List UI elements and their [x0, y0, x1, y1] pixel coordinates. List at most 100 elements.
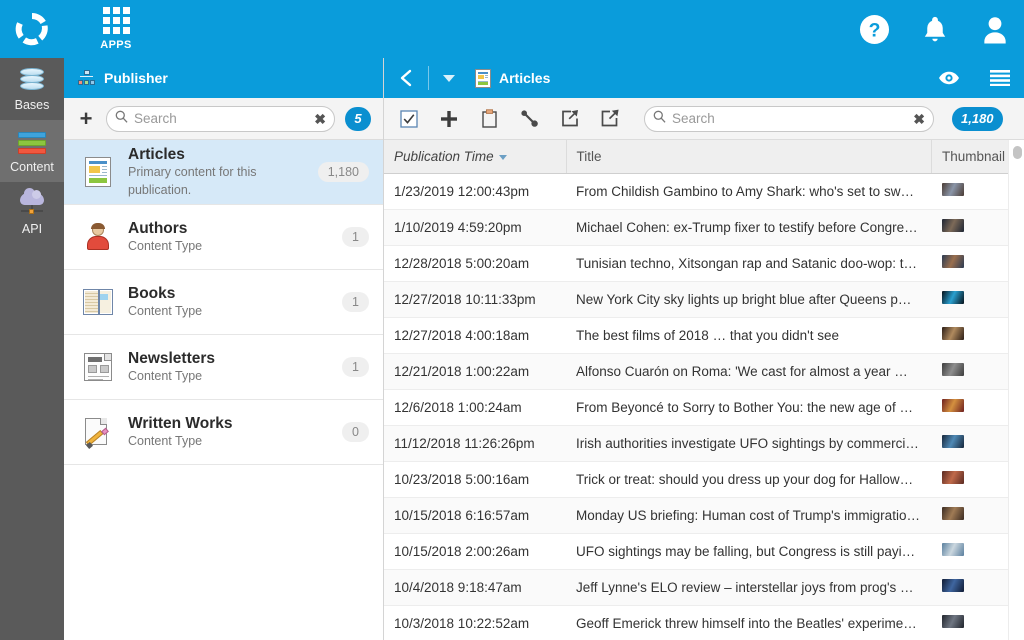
table-row[interactable]: 10/3/2018 10:22:52am Geoff Emerick threw … [384, 605, 1024, 640]
table-row[interactable]: 10/23/2018 5:00:16am Trick or treat: shou… [384, 461, 1024, 498]
export-arrow-icon[interactable] [598, 108, 620, 130]
publisher-header: Publisher [64, 58, 383, 98]
link-chain-icon[interactable] [518, 108, 540, 130]
thumbnail-image [941, 363, 964, 376]
rail-item-bases[interactable]: Bases [0, 58, 64, 120]
list-item-subtitle: Content Type [128, 368, 203, 383]
hamburger-menu-icon[interactable] [990, 70, 1010, 86]
list-item-articles[interactable]: Articles Primary content for this public… [64, 140, 383, 205]
thumbnail-image [941, 327, 964, 340]
stacked-bars-icon [18, 128, 46, 156]
table-row[interactable]: 12/28/2018 5:00:20am Tunisian techno, Xit… [384, 245, 1024, 282]
clipboard-paste-icon[interactable] [478, 108, 500, 130]
author-person-icon [82, 222, 114, 252]
table-row[interactable]: 1/10/2019 4:59:20pm Michael Cohen: ex-Tru… [384, 209, 1024, 246]
cell-title: Geoff Emerick threw himself into the Bea… [566, 605, 932, 640]
cell-publication-time: 10/15/2018 6:16:57am [384, 497, 566, 534]
thumbnail-image [941, 507, 964, 520]
table-body: 1/23/2019 12:00:43pm From Childish Gambin… [384, 173, 1024, 640]
clear-x-icon[interactable]: ✖ [913, 112, 925, 126]
scrollbar-thumb[interactable] [1013, 146, 1022, 159]
list-item-name: Articles [128, 145, 185, 163]
list-item-books[interactable]: Books Content Type 1 [64, 270, 383, 335]
list-item-subtitle: Content Type [128, 303, 203, 318]
records-header: Articles [384, 58, 1024, 98]
cell-publication-time: 10/23/2018 5:00:16am [384, 461, 566, 498]
add-record-icon[interactable] [438, 108, 460, 130]
list-item-count: 0 [342, 422, 369, 442]
records-search-input[interactable] [672, 111, 908, 126]
records-pane: Articles Search ✖ 1,180 Publication Time… [384, 58, 1024, 640]
cell-title: UFO sightings may be falling, but Congre… [566, 533, 932, 570]
eye-icon[interactable] [938, 71, 960, 85]
thumbnail-image [941, 255, 964, 268]
list-item-written-works[interactable]: Written Works Content Type 0 [64, 400, 383, 465]
list-item-count: 1 [342, 227, 369, 247]
select-all-checkbox-icon[interactable] [398, 108, 420, 130]
list-item-authors[interactable]: Authors Content Type 1 [64, 205, 383, 270]
list-item-name: Written Works [128, 414, 233, 432]
table-row[interactable]: 12/6/2018 1:00:24am From Beyoncé to Sorry… [384, 389, 1024, 426]
publisher-count-badge[interactable]: 5 [345, 106, 371, 131]
sort-desc-caret-icon [498, 154, 507, 160]
caret-down-icon[interactable] [429, 58, 469, 98]
rail-item-label: Content [10, 160, 54, 174]
vertical-scrollbar[interactable] [1008, 140, 1024, 640]
recycle-logo-icon[interactable] [0, 0, 64, 58]
records-toolbar: ✖ 1,180 [384, 98, 1024, 140]
table-row[interactable]: 10/15/2018 2:00:26am UFO sightings may be… [384, 533, 1024, 570]
thumbnail-image [941, 435, 964, 448]
top-bar: APPS ? [0, 0, 1024, 58]
records-count-badge[interactable]: 1,180 [952, 106, 1003, 131]
table-row[interactable]: 1/23/2019 12:00:43pm From Childish Gambin… [384, 173, 1024, 210]
help-circle-icon[interactable]: ? [859, 14, 890, 45]
rail-item-api[interactable]: API [0, 182, 64, 244]
search-icon [653, 110, 666, 128]
top-bar-actions: ? [859, 0, 1010, 58]
thumbnail-image [941, 471, 964, 484]
table-row[interactable]: 10/4/2018 9:18:47am Jeff Lynne's ELO revi… [384, 569, 1024, 606]
cell-publication-time: 12/27/2018 10:11:33pm [384, 281, 566, 318]
apps-label: APPS [100, 39, 132, 51]
cell-publication-time: 11/12/2018 11:26:26pm [384, 425, 566, 462]
thumbnail-image [941, 291, 964, 304]
left-rail: Bases Content API [0, 58, 64, 640]
table-row[interactable]: 12/27/2018 10:11:33pm New York City sky l… [384, 281, 1024, 318]
user-avatar-icon[interactable] [980, 14, 1010, 45]
chevron-left-icon[interactable] [384, 58, 428, 98]
table-row[interactable]: 12/27/2018 4:00:18am The best films of 20… [384, 317, 1024, 354]
records-search-box[interactable]: ✖ [644, 105, 934, 132]
apps-grid-icon [102, 7, 130, 34]
rail-item-content[interactable]: Content [0, 120, 64, 182]
thumbnail-image [941, 183, 964, 196]
thumbnail-image [941, 219, 964, 232]
thumbnail-image [941, 615, 964, 628]
bell-icon[interactable] [920, 14, 950, 45]
import-arrow-icon[interactable] [558, 108, 580, 130]
column-header-title[interactable]: Title [566, 140, 932, 174]
column-header-publication-time[interactable]: Publication Time [384, 140, 567, 174]
thumbnail-image [941, 399, 964, 412]
cell-publication-time: 1/10/2019 4:59:20pm [384, 209, 566, 246]
cell-publication-time: 10/15/2018 2:00:26am [384, 533, 566, 570]
thumbnail-image [941, 543, 964, 556]
cell-publication-time: 10/4/2018 9:18:47am [384, 569, 566, 606]
cell-publication-time: 12/21/2018 1:00:22am [384, 353, 566, 390]
list-item-newsletters[interactable]: Newsletters Content Type 1 [64, 335, 383, 400]
cell-title: Irish authorities investigate UFO sighti… [566, 425, 932, 462]
cell-title: Alfonso Cuarón on Roma: 'We cast for alm… [566, 353, 932, 390]
database-icon [18, 66, 46, 94]
publisher-search-input[interactable] [134, 111, 309, 126]
publisher-toolbar: + ✖ 5 [64, 98, 383, 140]
table-row[interactable]: 11/12/2018 11:26:26pm Irish authorities i… [384, 425, 1024, 462]
cell-publication-time: 10/3/2018 10:22:52am [384, 605, 566, 640]
cell-publication-time: 12/27/2018 4:00:18am [384, 317, 566, 354]
clear-x-icon[interactable]: ✖ [314, 112, 326, 126]
apps-button[interactable]: APPS [86, 7, 146, 51]
publisher-search-box[interactable]: ✖ [106, 105, 335, 132]
add-content-type-button[interactable]: + [76, 107, 96, 130]
main-body: Bases Content API Publisher + Search ✖ 5… [0, 58, 1024, 640]
svg-text:?: ? [869, 19, 881, 41]
table-row[interactable]: 10/15/2018 6:16:57am Monday US briefing: … [384, 497, 1024, 534]
table-row[interactable]: 12/21/2018 1:00:22am Alfonso Cuarón on Ro… [384, 353, 1024, 390]
